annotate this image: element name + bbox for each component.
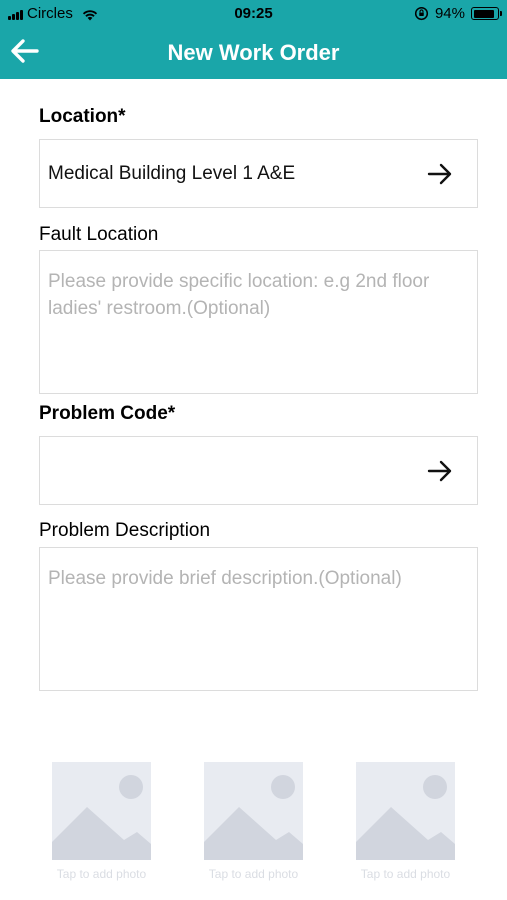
fault-location-input[interactable]	[39, 250, 478, 394]
image-placeholder-icon	[356, 762, 455, 860]
add-photo-label: Tap to add photo	[56, 867, 147, 881]
image-placeholder-icon	[204, 762, 303, 860]
arrow-right-icon	[427, 460, 452, 482]
location-selector[interactable]: Medical Building Level 1 A&E	[39, 139, 478, 208]
add-photo-label: Tap to add photo	[208, 867, 299, 881]
add-photo-label: Tap to add photo	[360, 867, 451, 881]
battery-level-fill	[473, 9, 495, 18]
add-photo-button-1[interactable]: Tap to add photo	[52, 762, 151, 881]
problem-description-input[interactable]	[39, 547, 478, 691]
add-photo-button-2[interactable]: Tap to add photo	[204, 762, 303, 881]
arrow-right-icon	[427, 163, 452, 185]
add-photo-button-3[interactable]: Tap to add photo	[356, 762, 455, 881]
location-value: Medical Building Level 1 A&E	[48, 163, 296, 184]
problem-code-selector[interactable]	[39, 436, 478, 505]
page-title: New Work Order	[167, 40, 340, 65]
app-header: Circles 09:25 94% New Work Order	[0, 0, 507, 79]
battery-icon	[471, 7, 502, 20]
image-placeholder-icon	[52, 762, 151, 860]
status-right: 94%	[414, 5, 502, 22]
status-bar: Circles 09:25 94%	[0, 0, 507, 28]
problem-code-label: Problem Code*	[39, 403, 176, 424]
location-label: Location*	[39, 106, 126, 127]
fault-location-label: Fault Location	[39, 224, 159, 245]
battery-percent: 94%	[434, 5, 465, 22]
problem-description-label: Problem Description	[39, 520, 211, 541]
orientation-lock-icon	[414, 6, 429, 21]
